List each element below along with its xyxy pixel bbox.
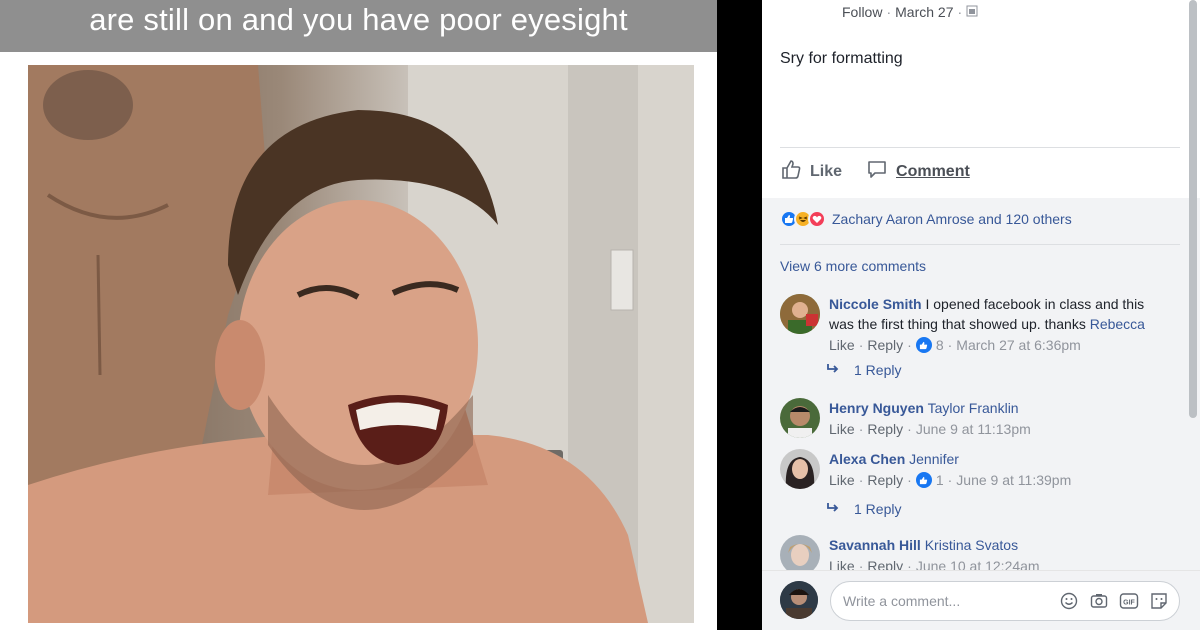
comment-time[interactable]: June 9 at 11:13pm [916,419,1031,439]
comment-time[interactable]: March 27 at 6:36pm [956,335,1081,355]
view-more-comments[interactable]: View 6 more comments [780,258,926,274]
avatar[interactable] [780,449,820,489]
comment-text-line: Henry Nguyen Taylor Franklin [829,398,1169,418]
tagged-user[interactable]: Rebecca [1090,316,1145,332]
gif-icon[interactable]: GIF [1119,591,1139,611]
tagged-user[interactable]: Taylor Franklin [928,400,1019,416]
like-label: Like [810,162,843,180]
action-bar: Like Comment [780,158,970,185]
commenter-name[interactable]: Savannah Hill [829,537,921,553]
like-button[interactable]: Like [780,158,842,185]
reply-arrow-icon [826,501,840,517]
comment-time[interactable]: June 10 at 12:24am [916,556,1040,570]
comment-composer: Write a comment... GIF [762,570,1200,630]
tagged-user[interactable]: Jennifer [909,451,959,467]
emoji-icon[interactable] [1059,591,1079,611]
comment-like-link[interactable]: Like [829,556,855,570]
comment-text-line: Niccole Smith I opened facebook in class… [829,294,1169,334]
comment-meta: Like · Reply · June 9 at 11:13pm [829,419,1031,439]
meme-frame [0,52,717,630]
love-icon [808,210,826,228]
comment-reply-link[interactable]: Reply [867,335,903,355]
comment-reply-link[interactable]: Reply [867,419,903,439]
comment-text-line: Savannah Hill Kristina Svatos [829,535,1169,555]
audience-icon[interactable] [966,4,978,20]
like-count-icon [915,472,932,488]
divider [780,244,1180,245]
scrollbar[interactable] [1189,0,1197,630]
meme-caption: are still on and you have poor eyesight [0,0,717,52]
comments-area: Zachary Aaron Amrose and 120 others View… [762,198,1200,630]
comment-time[interactable]: June 9 at 11:39pm [956,470,1071,490]
like-count[interactable]: 1 [936,470,944,490]
view-replies-link[interactable]: 1 Reply [826,362,901,378]
photo-illustration [28,65,694,623]
view-replies-link[interactable]: 1 Reply [826,501,901,517]
composer-icons: GIF [1059,591,1169,611]
comment-reply-link[interactable]: Reply [867,470,903,490]
current-user-avatar[interactable] [780,581,818,619]
post-date[interactable]: March 27 [895,4,953,20]
avatar[interactable] [780,398,820,438]
comment-bubble-icon [866,158,888,185]
comment-button[interactable]: Comment [866,158,970,185]
svg-text:GIF: GIF [1123,600,1135,607]
commenter-name[interactable]: Henry Nguyen [829,400,924,416]
meta-separator: · [957,4,963,20]
reaction-count[interactable]: Zachary Aaron Amrose and 120 others [832,211,1072,227]
like-count[interactable]: 8 [936,335,944,355]
commenter-name[interactable]: Alexa Chen [829,451,905,467]
comment-placeholder: Write a comment... [843,593,961,609]
reply-arrow-icon [826,362,840,378]
reply-count: 1 Reply [854,501,902,517]
comment-meta: Like · Reply · June 10 at 12:24am [829,556,1169,570]
comment-text-line: Alexa Chen Jennifer [829,449,1169,469]
follow-link[interactable]: Follow [842,4,882,20]
comment-input[interactable]: Write a comment... GIF [830,581,1180,621]
sticker-icon[interactable] [1149,591,1169,611]
comment-label: Comment [896,162,970,180]
comment-meta: Like · Reply · 1 · June 9 at 11:39pm [829,470,1072,490]
scrollbar-thumb[interactable] [1189,0,1197,418]
tagged-user[interactable]: Kristina Svatos [925,537,1018,553]
camera-icon[interactable] [1089,591,1109,611]
lightbox-gap [717,0,762,630]
commenter-name[interactable]: Niccole Smith [829,296,922,312]
post-meta: Follow · March 27 · [842,4,978,20]
post-side-panel: Follow · March 27 · Sry for formatting L… [762,0,1200,630]
post-media[interactable]: are still on and you have poor eyesight [0,0,717,630]
comment-like-link[interactable]: Like [829,419,855,439]
post-text: Sry for formatting [780,50,903,67]
reaction-summary[interactable]: Zachary Aaron Amrose and 120 others [780,210,1072,228]
avatar[interactable] [780,535,820,570]
comment-reply-link[interactable]: Reply [867,556,903,570]
thumbs-up-icon [780,158,802,185]
comment-meta: Like · Reply · 8 · March 27 at 6:36pm [829,335,1081,355]
like-count-icon [915,337,932,353]
reply-count: 1 Reply [854,362,902,378]
comment-like-link[interactable]: Like [829,470,855,490]
comment-like-link[interactable]: Like [829,335,855,355]
comment-item: Savannah Hill Kristina Svatos Like · Repl… [780,535,1170,570]
avatar[interactable] [780,294,820,334]
divider [780,147,1180,148]
meta-separator: · [886,4,892,20]
meme-photo [28,65,694,623]
